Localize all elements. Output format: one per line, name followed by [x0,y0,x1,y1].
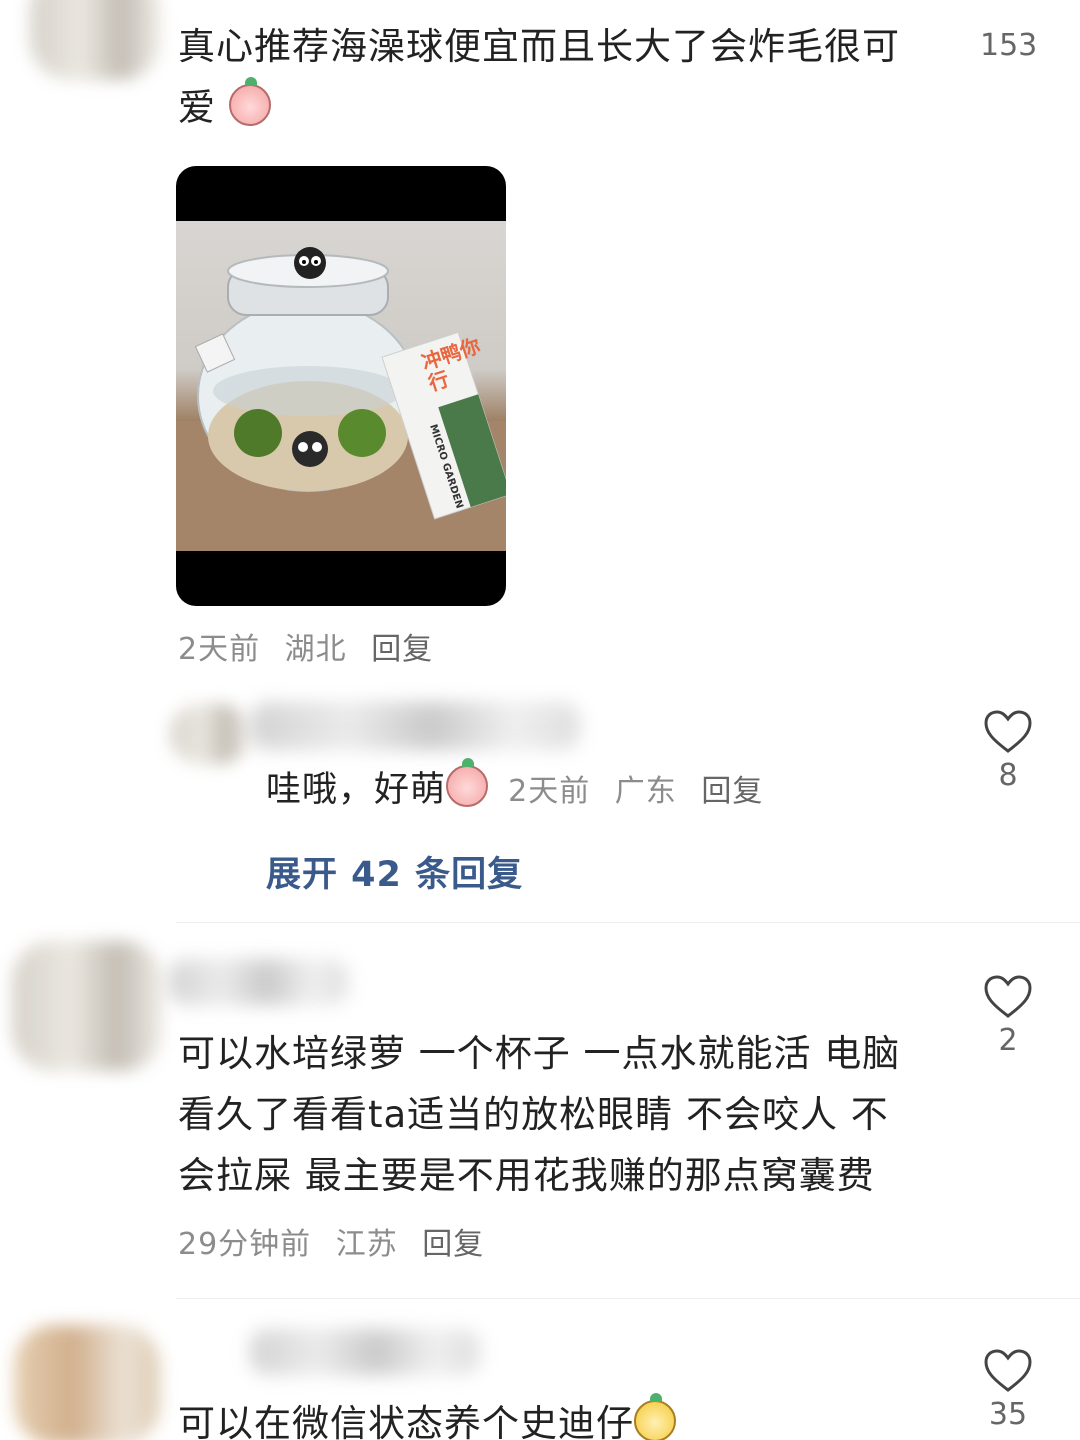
like-count: 8 [998,758,1018,793]
like-control[interactable]: 8 [980,710,1036,793]
comment-text: 可以在微信状态养个史迪仔 [178,1393,938,1440]
comment-item: 可以在微信状态养个史迪仔 35 [0,1299,1080,1440]
comment-text: 真心推荐海澡球便宜而且长大了会炸毛很可 爱 [178,25,900,129]
yellow-face-emoji-icon [634,1393,676,1440]
like-control[interactable]: 35 [980,1349,1036,1432]
heart-icon[interactable] [980,975,1036,1019]
username[interactable] [168,959,348,1005]
shy-face-emoji-icon [228,77,271,126]
comment-item: 可以水培绿萝 一个杯子 一点水就能活 电脑 看久了看看ta适当的放松眼睛 不会咬… [0,923,1080,1298]
reply-button[interactable]: 回复 [371,632,433,667]
like-count: 153 [980,28,1038,63]
reply-text-row: 哇哦，好萌 2天前 广东 回复 [266,758,966,820]
heart-icon[interactable] [980,710,1036,754]
jar-photo: 冲鸭你行 MICRO GARDEN [176,221,506,551]
sub-reply-item: 哇哦，好萌 2天前 广东 回复 8 展开 42 条回复 [0,680,1080,920]
reply-button[interactable]: 回复 [422,1227,484,1262]
comment-meta: 29分钟前 江苏 回复 [178,1227,485,1262]
surprised-face-emoji-icon [446,758,489,807]
comment-meta: 2天前 湖北 回复 [178,632,434,667]
comment-image[interactable]: 冲鸭你行 MICRO GARDEN [176,166,506,606]
avatar[interactable] [30,0,160,80]
like-count: 35 [988,1397,1028,1432]
comment-item: 真心推荐海澡球便宜而且长大了会炸毛很可 爱 153 冲鸭你行 MICRO GAR… [0,0,1080,680]
avatar[interactable] [12,941,162,1071]
reply-username[interactable] [250,702,580,750]
avatar[interactable] [14,1325,160,1440]
like-control[interactable]: 2 [980,975,1036,1058]
reply-avatar[interactable] [170,704,250,764]
like-count: 2 [998,1023,1018,1058]
expand-replies-link[interactable]: 展开 42 条回复 [266,846,523,897]
heart-icon[interactable] [980,1349,1036,1393]
reply-button[interactable]: 回复 [701,774,763,809]
username[interactable] [250,1329,480,1375]
comment-text: 可以水培绿萝 一个杯子 一点水就能活 电脑 看久了看看ta适当的放松眼睛 不会咬… [178,1032,901,1197]
reply-meta: 2天前 广东 回复 [508,774,764,809]
